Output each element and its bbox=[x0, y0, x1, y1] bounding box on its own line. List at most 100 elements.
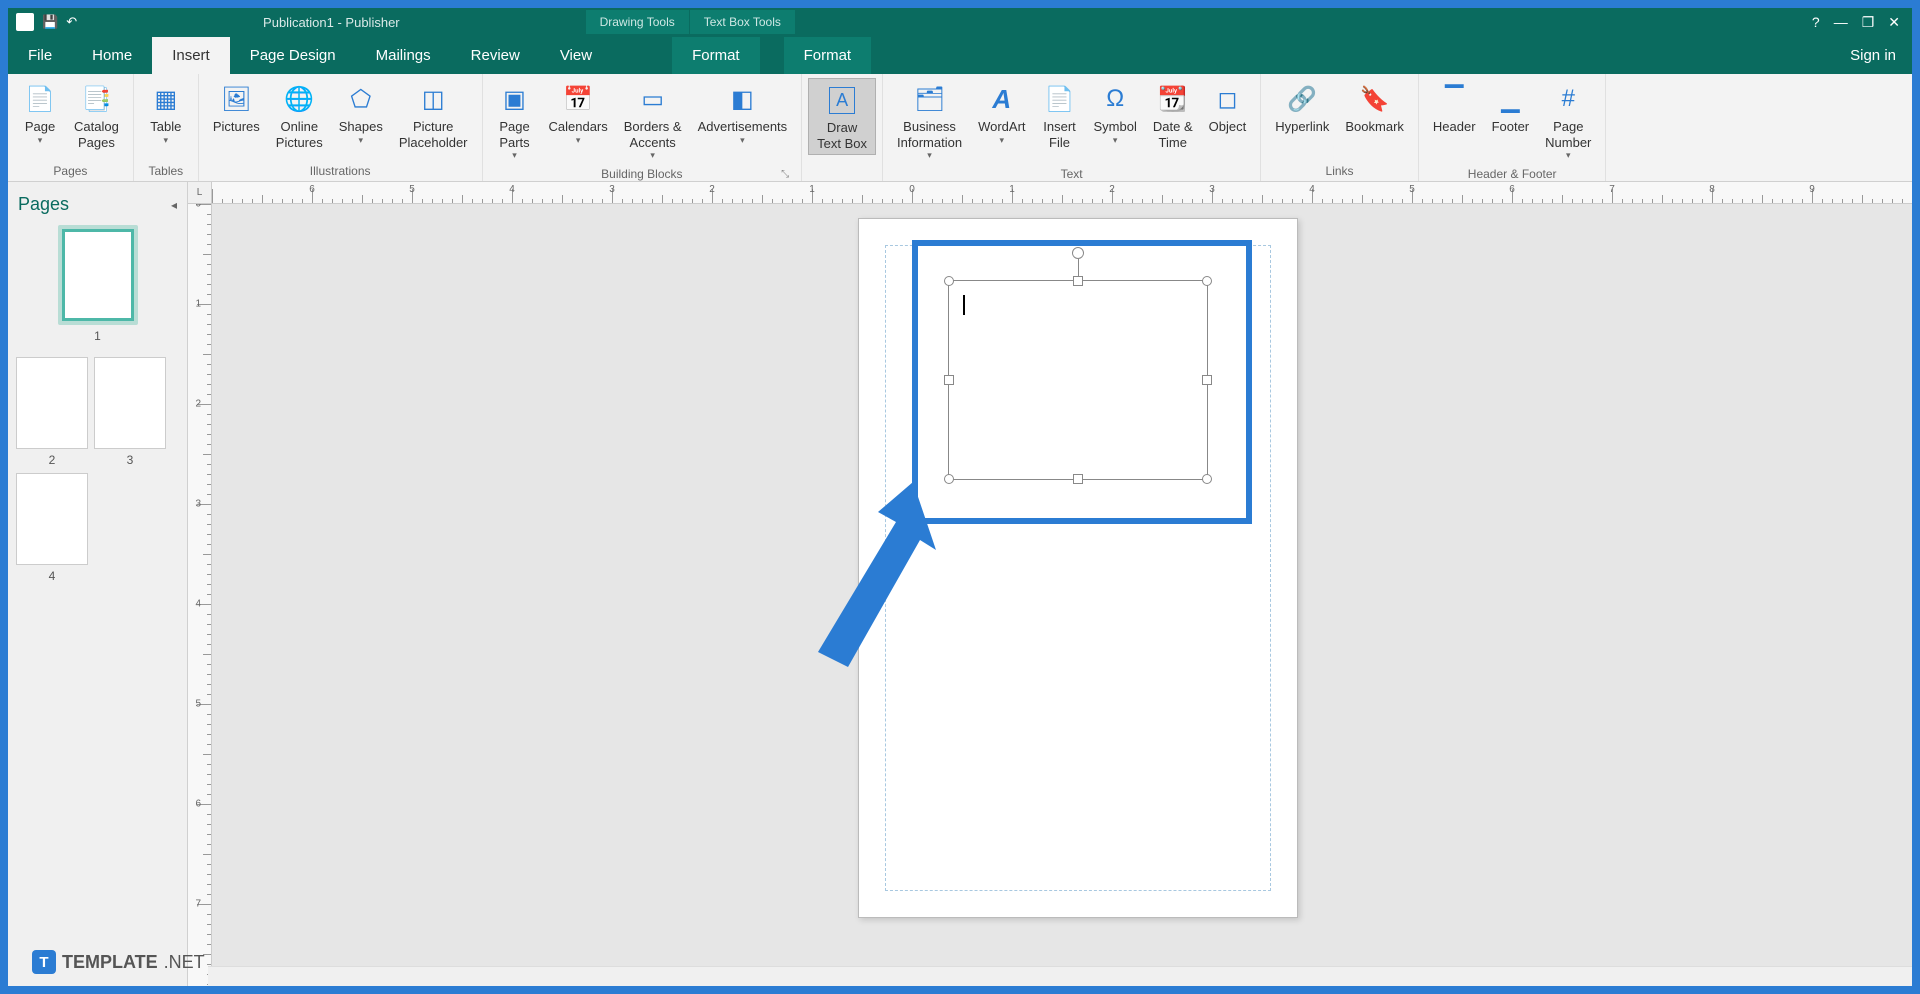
header-button[interactable]: ▔Header bbox=[1425, 78, 1484, 138]
page-thumbnail-2[interactable] bbox=[16, 357, 88, 449]
resize-handle-tr[interactable] bbox=[1202, 276, 1212, 286]
context-tab-drawing-tools: Drawing Tools bbox=[586, 10, 689, 34]
bookmark-button[interactable]: 🔖Bookmark bbox=[1337, 78, 1412, 138]
hyperlink-button[interactable]: 🔗Hyperlink bbox=[1267, 78, 1337, 138]
pages-collapse-icon[interactable]: ◂ bbox=[171, 198, 177, 212]
tab-view[interactable]: View bbox=[540, 37, 612, 74]
symbol-label: Symbol bbox=[1094, 119, 1137, 135]
calendars-button[interactable]: 📅Calendars▾ bbox=[541, 78, 616, 149]
catalog-pages-label: Catalog Pages bbox=[74, 119, 119, 150]
pictures-button[interactable]: 🖼Pictures bbox=[205, 78, 268, 138]
ribbon-group-building-blocks: ▣Page Parts▾📅Calendars▾▭Borders & Accent… bbox=[483, 74, 803, 181]
tab-file[interactable]: File bbox=[8, 37, 72, 74]
page-number-button[interactable]: #Page Number▾ bbox=[1537, 78, 1599, 164]
draw-text-box-button[interactable]: ADraw Text Box bbox=[808, 78, 876, 155]
page-thumbnail-1[interactable] bbox=[58, 225, 138, 325]
object-label: Object bbox=[1209, 119, 1247, 135]
app-icon bbox=[16, 13, 34, 31]
wordart-button[interactable]: AWordArt▾ bbox=[970, 78, 1033, 149]
ribbon-group-label: Links bbox=[1267, 161, 1412, 181]
table-icon: ▦ bbox=[148, 81, 184, 117]
thumb-preview bbox=[16, 473, 88, 565]
insert-file-icon: 📄 bbox=[1042, 81, 1078, 117]
watermark: T TEMPLATE.NET bbox=[32, 950, 205, 974]
help-button[interactable]: ? bbox=[1812, 14, 1820, 30]
table-button[interactable]: ▦Table▾ bbox=[140, 78, 192, 149]
bookmark-label: Bookmark bbox=[1345, 119, 1404, 135]
advertisements-button[interactable]: ◧Advertisements▾ bbox=[690, 78, 796, 149]
ribbon-group-tables: ▦Table▾Tables bbox=[134, 74, 199, 181]
borders-accents-icon: ▭ bbox=[635, 81, 671, 117]
object-icon: ◻ bbox=[1209, 81, 1245, 117]
thumb-preview bbox=[94, 357, 166, 449]
resize-handle-ml[interactable] bbox=[944, 375, 954, 385]
advertisements-dropdown-icon: ▾ bbox=[740, 135, 745, 146]
footer-label: Footer bbox=[1492, 119, 1530, 135]
text-cursor bbox=[963, 295, 965, 315]
page-dropdown-icon: ▾ bbox=[38, 135, 43, 146]
close-button[interactable]: ✕ bbox=[1888, 14, 1900, 31]
page-thumbnail-4[interactable] bbox=[16, 473, 88, 565]
resize-handle-mr[interactable] bbox=[1202, 375, 1212, 385]
tab-page-design[interactable]: Page Design bbox=[230, 37, 356, 74]
qat-undo-icon[interactable]: ↶ bbox=[66, 14, 77, 30]
watermark-suffix: .NET bbox=[164, 952, 205, 973]
date-time-button[interactable]: 📆Date & Time bbox=[1145, 78, 1201, 153]
ribbon-group-illustrations: 🖼Pictures🌐Online Pictures⬠Shapes▾◫Pictur… bbox=[199, 74, 483, 181]
wordart-icon: A bbox=[984, 81, 1020, 117]
page-button[interactable]: 📄Page▾ bbox=[14, 78, 66, 149]
canvas-area[interactable]: L 6543210123456789 01234567 bbox=[188, 182, 1912, 986]
online-pictures-label: Online Pictures bbox=[276, 119, 323, 150]
minimize-button[interactable]: — bbox=[1834, 14, 1848, 30]
tab-mailings[interactable]: Mailings bbox=[356, 37, 451, 74]
resize-handle-br[interactable] bbox=[1202, 474, 1212, 484]
borders-accents-dropdown-icon: ▾ bbox=[650, 150, 655, 161]
page-parts-button[interactable]: ▣Page Parts▾ bbox=[489, 78, 541, 164]
calendars-icon: 📅 bbox=[560, 81, 596, 117]
resize-handle-bc[interactable] bbox=[1073, 474, 1083, 484]
dialog-launcher-icon[interactable]: ⤡ bbox=[781, 169, 789, 180]
picture-placeholder-button[interactable]: ◫Picture Placeholder bbox=[391, 78, 476, 153]
tab-insert[interactable]: Insert bbox=[152, 37, 230, 74]
vertical-ruler: 01234567 bbox=[188, 204, 212, 986]
shapes-button[interactable]: ⬠Shapes▾ bbox=[331, 78, 391, 149]
calendars-dropdown-icon: ▾ bbox=[576, 135, 581, 146]
sign-in-button[interactable]: Sign in bbox=[1834, 37, 1912, 74]
ribbon-group-links: 🔗Hyperlink🔖Bookmark Links bbox=[1261, 74, 1419, 181]
insert-file-label: Insert File bbox=[1043, 119, 1076, 150]
object-button[interactable]: ◻ Object bbox=[1201, 78, 1255, 138]
date-time-icon: 📆 bbox=[1155, 81, 1191, 117]
business-info-button[interactable]: 🗂Business Information▾ bbox=[889, 78, 970, 164]
ruler-corner: L bbox=[188, 182, 212, 204]
resize-handle-tc[interactable] bbox=[1073, 276, 1083, 286]
ribbon-group-label: Pages bbox=[14, 161, 127, 181]
footer-button[interactable]: ▁Footer bbox=[1484, 78, 1538, 138]
qat-save-icon[interactable]: 💾 bbox=[42, 14, 58, 30]
restore-button[interactable]: ❐ bbox=[1862, 14, 1875, 31]
insert-file-button[interactable]: 📄Insert File bbox=[1034, 78, 1086, 153]
symbol-button[interactable]: ΩSymbol▾ bbox=[1086, 78, 1145, 149]
resize-handle-tl[interactable] bbox=[944, 276, 954, 286]
tab-home[interactable]: Home bbox=[72, 37, 152, 74]
context-tab-text-box-tools: Text Box Tools bbox=[690, 10, 795, 34]
horizontal-scrollbar[interactable] bbox=[208, 966, 1912, 986]
ribbon-group-label: Tables bbox=[140, 161, 192, 181]
catalog-pages-button[interactable]: 📑Catalog Pages bbox=[66, 78, 127, 153]
wordart-label: WordArt bbox=[978, 119, 1025, 135]
rotation-handle[interactable] bbox=[1072, 247, 1084, 259]
ribbon-group-label: Illustrations bbox=[205, 161, 476, 181]
table-label: Table bbox=[150, 119, 181, 135]
online-pictures-button[interactable]: 🌐Online Pictures bbox=[268, 78, 331, 153]
selected-text-box[interactable] bbox=[948, 280, 1208, 480]
context-tab-group: Drawing Tools Text Box Tools bbox=[586, 10, 795, 34]
advertisements-label: Advertisements bbox=[698, 119, 788, 135]
borders-accents-button[interactable]: ▭Borders & Accents▾ bbox=[616, 78, 690, 164]
tab-review[interactable]: Review bbox=[451, 37, 540, 74]
tab-format-textbox[interactable]: Format bbox=[784, 37, 872, 74]
page-thumbnail-3[interactable] bbox=[94, 357, 166, 449]
tab-format-drawing[interactable]: Format bbox=[672, 37, 760, 74]
shapes-icon: ⬠ bbox=[343, 81, 379, 117]
pictures-icon: 🖼 bbox=[218, 81, 254, 117]
header-label: Header bbox=[1433, 119, 1476, 135]
watermark-icon: T bbox=[32, 950, 56, 974]
